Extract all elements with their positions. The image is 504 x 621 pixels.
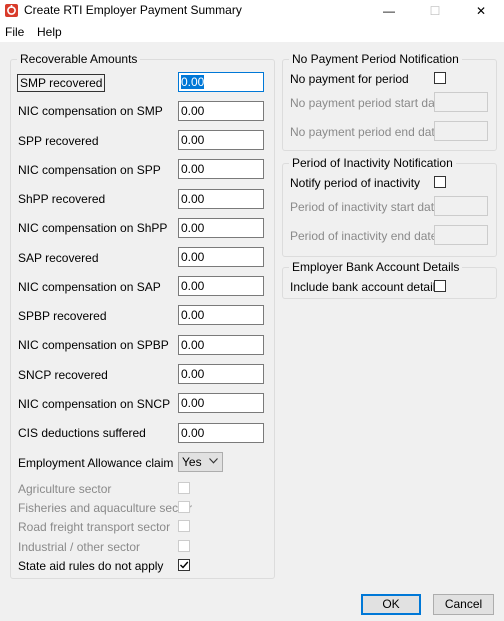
- nic-spbp-label: NIC compensation on SPBP: [18, 338, 169, 352]
- nic-sap-label: NIC compensation on SAP: [18, 280, 161, 294]
- spp-recovered-label: SPP recovered: [18, 134, 99, 148]
- no-payment-label: No payment for period: [290, 72, 409, 86]
- road-freight-sector-checkbox[interactable]: [178, 520, 190, 532]
- nic-shpp-input[interactable]: 0.00: [178, 218, 264, 238]
- cancel-button[interactable]: Cancel: [433, 594, 494, 615]
- inactivity-end-label: Period of inactivity end date: [290, 229, 438, 243]
- maximize-button[interactable]: ☐: [412, 0, 458, 22]
- employment-allowance-select[interactable]: Yes: [178, 452, 223, 472]
- spbp-recovered-label: SPBP recovered: [18, 309, 107, 323]
- checkmark-icon: [180, 561, 189, 569]
- app-icon: [5, 4, 18, 17]
- inactivity-start-label: Period of inactivity start date: [290, 200, 441, 214]
- sap-recovered-input[interactable]: 0.00: [178, 247, 264, 267]
- bank-details-checkbox[interactable]: [434, 280, 446, 292]
- menu-help[interactable]: Help: [37, 25, 62, 39]
- no-payment-end-label: No payment period end date: [290, 125, 442, 139]
- nic-sncp-label: NIC compensation on SNCP: [18, 397, 171, 411]
- shpp-recovered-label: ShPP recovered: [18, 192, 106, 206]
- employment-allowance-label: Employment Allowance claim: [18, 456, 174, 470]
- smp-recovered-input[interactable]: 0.00: [178, 72, 264, 92]
- nic-spp-input[interactable]: 0.00: [178, 159, 264, 179]
- inactivity-title: Period of Inactivity Notification: [289, 156, 456, 170]
- agriculture-sector-label: Agriculture sector: [18, 482, 112, 496]
- sncp-recovered-label: SNCP recovered: [18, 368, 108, 382]
- spp-recovered-input[interactable]: 0.00: [178, 130, 264, 150]
- nic-spp-label: NIC compensation on SPP: [18, 163, 161, 177]
- cis-deductions-label: CIS deductions suffered: [18, 426, 146, 440]
- fisheries-sector-label: Fisheries and aquaculture sector: [18, 501, 193, 515]
- recoverable-amounts-title: Recoverable Amounts: [17, 52, 141, 66]
- nic-spbp-input[interactable]: 0.00: [178, 335, 264, 355]
- nic-smp-label: NIC compensation on SMP: [18, 104, 163, 118]
- fisheries-sector-checkbox[interactable]: [178, 501, 190, 513]
- inactivity-checkbox[interactable]: [434, 176, 446, 188]
- sap-recovered-label: SAP recovered: [18, 251, 99, 265]
- minimize-button[interactable]: —: [366, 0, 412, 22]
- nic-shpp-label: NIC compensation on ShPP: [18, 221, 168, 235]
- nic-smp-input[interactable]: 0.00: [178, 101, 264, 121]
- no-payment-checkbox[interactable]: [434, 72, 446, 84]
- industrial-sector-label: Industrial / other sector: [18, 540, 141, 554]
- agriculture-sector-checkbox[interactable]: [178, 482, 190, 494]
- spbp-recovered-input[interactable]: 0.00: [178, 305, 264, 325]
- smp-recovered-value: 0.00: [181, 75, 205, 89]
- inactivity-label: Notify period of inactivity: [290, 176, 421, 190]
- no-payment-title: No Payment Period Notification: [289, 52, 462, 66]
- road-freight-sector-label: Road freight transport sector: [18, 520, 171, 534]
- shpp-recovered-input[interactable]: 0.00: [178, 189, 264, 209]
- industrial-sector-checkbox[interactable]: [178, 540, 190, 552]
- close-button[interactable]: ✕: [458, 0, 504, 22]
- state-aid-checkbox[interactable]: [178, 559, 190, 571]
- no-payment-start-label: No payment period start date: [290, 96, 445, 110]
- employment-allowance-value: Yes: [182, 455, 202, 469]
- chevron-down-icon: [209, 458, 218, 464]
- sncp-recovered-input[interactable]: 0.00: [178, 364, 264, 384]
- nic-sap-input[interactable]: 0.00: [178, 276, 264, 296]
- state-aid-label: State aid rules do not apply: [18, 559, 164, 573]
- cis-deductions-input[interactable]: 0.00: [178, 423, 264, 443]
- no-payment-end-input[interactable]: [434, 121, 488, 141]
- inactivity-start-input[interactable]: [434, 196, 488, 216]
- inactivity-end-input[interactable]: [434, 225, 488, 245]
- window-title: Create RTI Employer Payment Summary: [24, 3, 242, 17]
- smp-recovered-label: SMP recovered: [17, 74, 106, 92]
- no-payment-start-input[interactable]: [434, 92, 488, 112]
- bank-details-label: Include bank account details: [290, 280, 442, 294]
- title-bar: Create RTI Employer Payment Summary — ☐ …: [0, 0, 504, 22]
- menu-bar: File Help: [0, 22, 504, 42]
- ok-button[interactable]: OK: [361, 594, 421, 615]
- nic-sncp-input[interactable]: 0.00: [178, 393, 264, 413]
- bank-details-title: Employer Bank Account Details: [289, 260, 463, 274]
- menu-file[interactable]: File: [5, 25, 24, 39]
